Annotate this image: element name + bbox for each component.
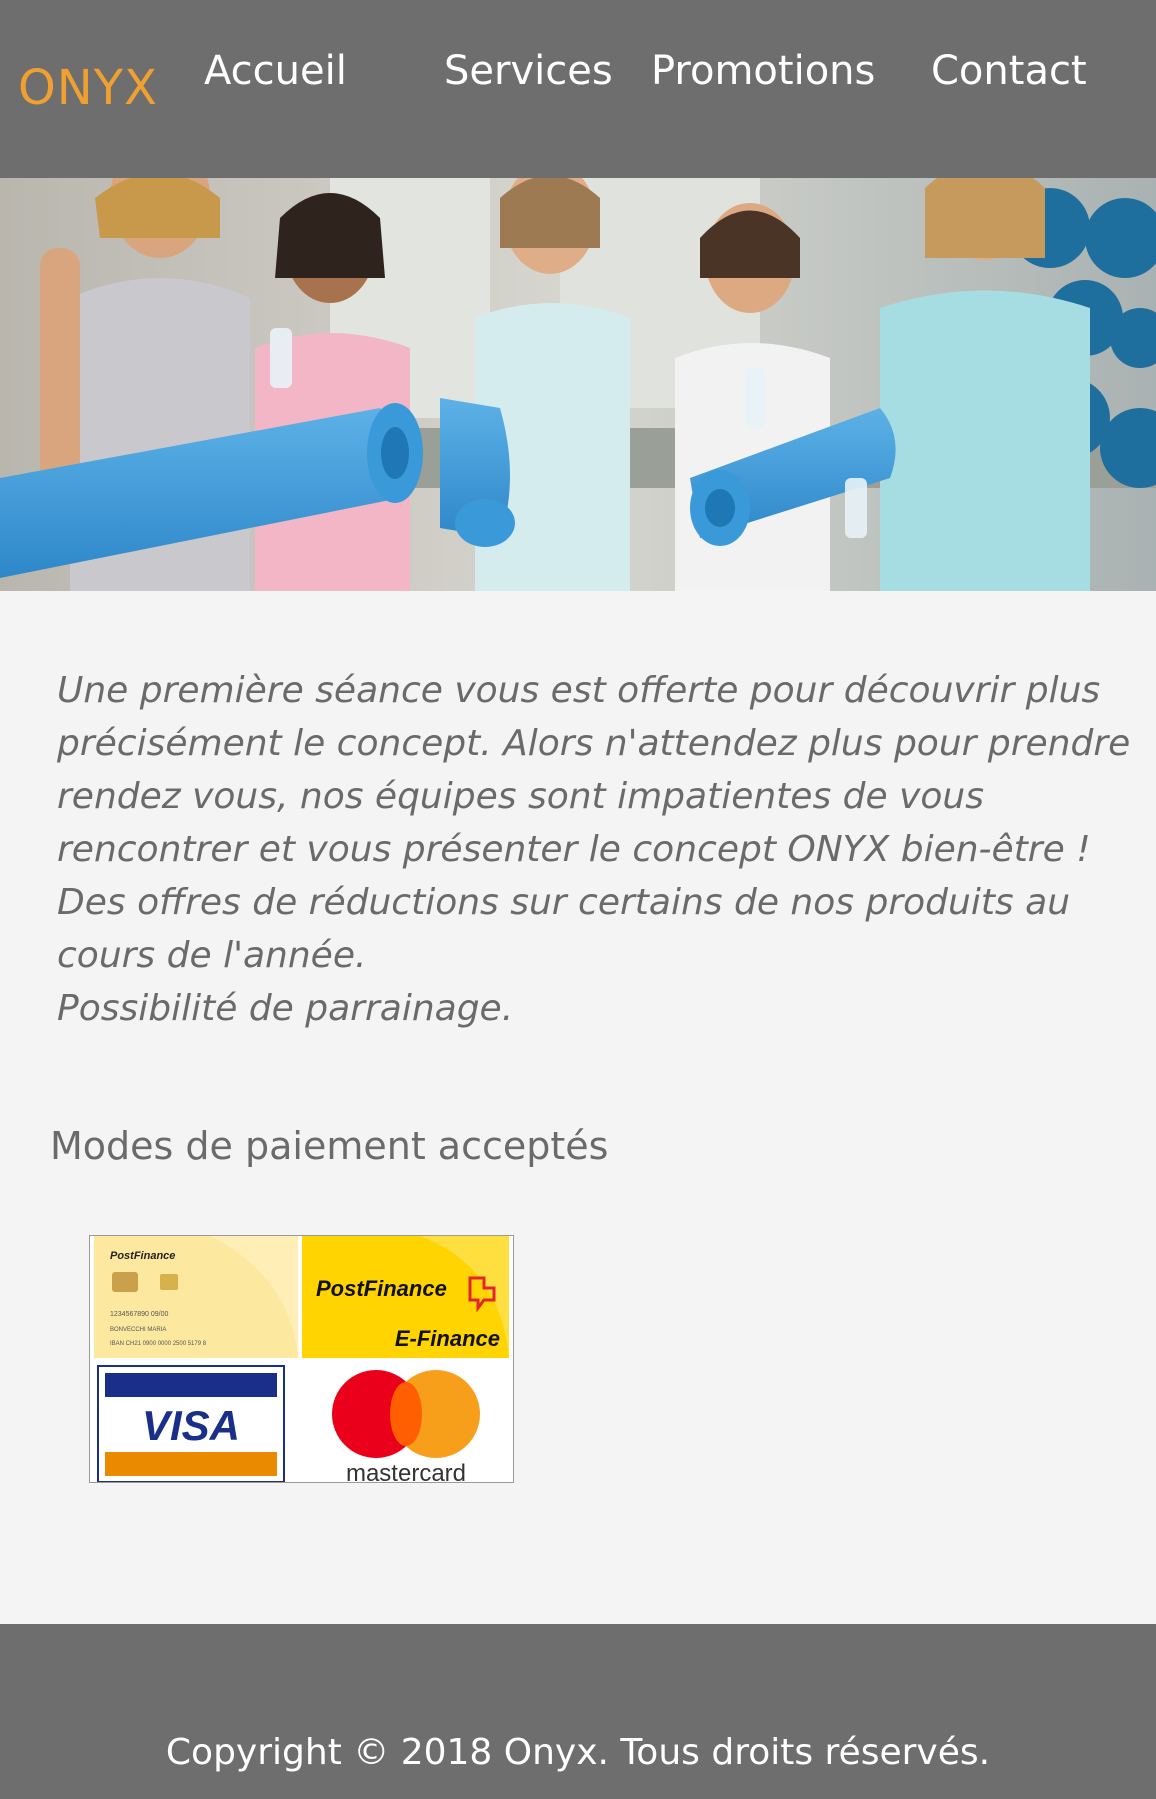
hero-image bbox=[0, 178, 1156, 591]
postfinance-card: PostFinance 1234567890 09/00 BONVECCHI M… bbox=[94, 1236, 298, 1358]
payment-logos: PostFinance 1234567890 09/00 BONVECCHI M… bbox=[90, 1236, 513, 1482]
visa-label: VISA bbox=[142, 1402, 240, 1449]
intro-line: Des offres de réductions sur certains de… bbox=[57, 882, 1071, 923]
nav-promotions[interactable]: Promotions bbox=[651, 48, 875, 94]
mastercard-label: mastercard bbox=[346, 1460, 466, 1482]
intro-line: rencontrer et vous présenter le concept … bbox=[57, 829, 1091, 870]
intro-line: cours de l'année. bbox=[57, 935, 367, 976]
intro-line: précisément le concept. Alors n'attendez… bbox=[57, 723, 1131, 764]
pf-card-brand: PostFinance bbox=[110, 1250, 175, 1262]
intro-line: Possibilité de parrainage. bbox=[57, 988, 514, 1029]
pf-card-iban: IBAN CH21 0900 0000 2500 5179 8 bbox=[110, 1341, 207, 1347]
intro-line: rendez vous, nos équipes sont impatiente… bbox=[57, 776, 984, 817]
site-header: ONYX Accueil Services Promotions Contact bbox=[0, 0, 1156, 178]
hero-photo bbox=[0, 178, 1156, 591]
intro-text: Une première séance vous est offerte pou… bbox=[57, 664, 1131, 1035]
mastercard-logo: mastercard bbox=[332, 1370, 480, 1482]
payment-title: Modes de paiement acceptés bbox=[50, 1124, 609, 1168]
intro-line: Une première séance vous est offerte pou… bbox=[57, 670, 1101, 711]
copyright-text: Copyright © 2018 Onyx. Tous droits réser… bbox=[165, 1732, 991, 1773]
pf-card-name: BONVECCHI MARIA bbox=[110, 1327, 166, 1333]
payment-methods-image: PostFinance 1234567890 09/00 BONVECCHI M… bbox=[89, 1235, 514, 1483]
nav-accueil[interactable]: Accueil bbox=[204, 48, 347, 94]
efinance-label: E-Finance bbox=[395, 1326, 500, 1351]
pf-card-number: 1234567890 09/00 bbox=[110, 1311, 168, 1318]
efinance-brand: PostFinance bbox=[316, 1276, 447, 1301]
nav-services[interactable]: Services bbox=[444, 48, 613, 94]
nav-contact[interactable]: Contact bbox=[931, 48, 1087, 94]
efinance-logo: PostFinance E-Finance bbox=[302, 1236, 509, 1358]
logo[interactable]: ONYX bbox=[18, 60, 158, 116]
visa-logo: VISA bbox=[97, 1365, 285, 1482]
